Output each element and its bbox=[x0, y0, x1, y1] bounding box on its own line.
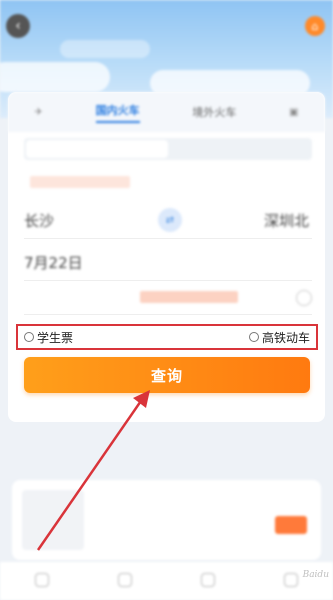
status-bar bbox=[0, 0, 333, 14]
bottom-nav bbox=[0, 562, 333, 600]
nav-item-home[interactable] bbox=[22, 573, 62, 589]
divider bbox=[24, 280, 312, 281]
student-ticket-radio[interactable] bbox=[24, 332, 34, 342]
recommend-book-button[interactable] bbox=[275, 516, 307, 534]
student-ticket-label: 学生票 bbox=[37, 330, 74, 345]
transport-tabs: ✈ 国内火车 境外火车 ▣ bbox=[8, 92, 325, 132]
back-button[interactable]: ‹ bbox=[6, 14, 30, 38]
watermark: Baidu bbox=[302, 570, 329, 580]
home-icon: ⌂ bbox=[311, 19, 319, 33]
recommend-card[interactable] bbox=[12, 480, 321, 560]
search-button[interactable]: 查询 bbox=[24, 357, 310, 393]
ticket-options-row: 学生票 高铁动车 bbox=[16, 324, 318, 350]
home-button[interactable]: ⌂ bbox=[305, 16, 325, 36]
swap-icon: ⇄ bbox=[165, 214, 175, 226]
departure-date[interactable]: 7月22日 bbox=[24, 252, 83, 273]
nav-item-trips[interactable] bbox=[105, 573, 145, 589]
trip-type-round[interactable] bbox=[170, 138, 312, 160]
divider bbox=[24, 314, 312, 315]
cloud-decoration bbox=[0, 62, 110, 92]
departure-city[interactable]: 长沙 bbox=[24, 210, 54, 231]
arrival-city[interactable]: 深圳北 bbox=[264, 210, 309, 231]
plane-icon: ✈ bbox=[34, 106, 43, 118]
suitcase-icon bbox=[117, 573, 132, 587]
nav-item-orders[interactable] bbox=[188, 573, 228, 589]
bus-icon: ▣ bbox=[289, 106, 299, 118]
tab-domestic-train[interactable]: 国内火车 bbox=[95, 102, 140, 123]
high-speed-radio[interactable] bbox=[248, 332, 259, 342]
trip-type-single[interactable] bbox=[26, 140, 168, 158]
high-speed-option[interactable]: 高铁动车 bbox=[248, 329, 310, 346]
hotel-promo-tag bbox=[140, 291, 238, 303]
divider bbox=[24, 238, 312, 239]
arrow-left-icon: ‹ bbox=[15, 18, 21, 34]
high-speed-label: 高铁动车 bbox=[261, 330, 310, 345]
student-ticket-option[interactable]: 学生票 bbox=[24, 329, 73, 346]
user-icon bbox=[284, 573, 299, 587]
tab-overseas-train[interactable]: 境外火车 bbox=[192, 104, 236, 120]
cloud-decoration bbox=[60, 40, 150, 58]
swap-cities-button[interactable]: ⇄ bbox=[158, 208, 182, 232]
home-icon bbox=[34, 573, 49, 587]
tab-bus[interactable]: ▣ bbox=[289, 107, 298, 118]
tab-flight[interactable]: ✈ bbox=[34, 107, 42, 118]
hotel-addon-toggle[interactable] bbox=[296, 290, 312, 306]
trip-type-switch[interactable] bbox=[24, 138, 312, 160]
document-icon bbox=[201, 573, 216, 587]
notice-banner[interactable] bbox=[30, 176, 130, 188]
recommend-thumbnail bbox=[22, 490, 84, 550]
